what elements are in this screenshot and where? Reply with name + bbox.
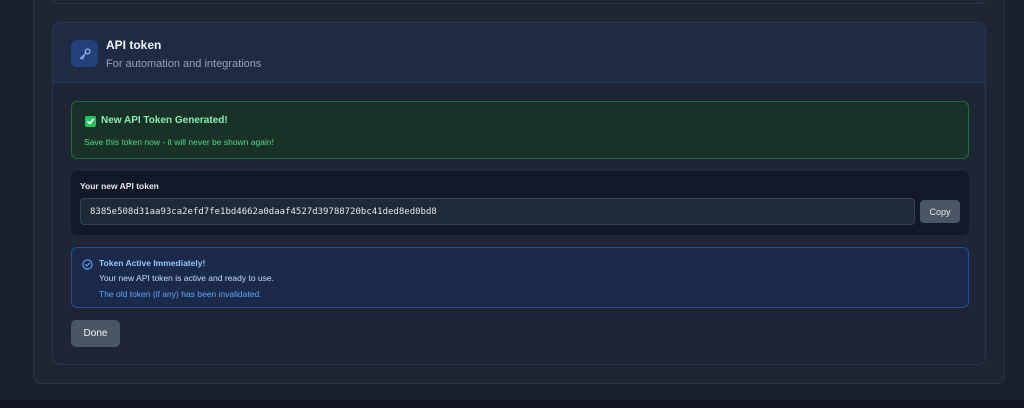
success-alert: New API Token Generated! Save this token… — [71, 101, 969, 159]
info-alert: Token Active Immediately! Your new API t… — [71, 247, 969, 308]
info-message-invalidated: The old token (if any) has been invalida… — [99, 289, 262, 299]
api-token-card: API token For automation and integration… — [52, 22, 986, 365]
info-title: Token Active Immediately! — [99, 258, 206, 268]
card-header: API token For automation and integration… — [53, 23, 985, 83]
success-message: Save this token now - it will never be s… — [84, 137, 274, 147]
token-section: Your new API token Copy — [71, 171, 969, 235]
token-input[interactable] — [80, 198, 915, 225]
key-icon — [71, 40, 98, 67]
check-icon — [85, 116, 96, 127]
copy-button[interactable]: Copy — [920, 200, 960, 223]
success-title: New API Token Generated! — [101, 115, 228, 126]
check-circle-icon — [82, 259, 93, 270]
card-title: API token — [106, 38, 162, 52]
card-subtitle: For automation and integrations — [106, 58, 262, 70]
token-label: Your new API token — [80, 181, 159, 191]
page: API token For automation and integration… — [0, 0, 1024, 408]
done-button[interactable]: Done — [71, 320, 120, 347]
bottom-strip — [0, 400, 1024, 408]
info-message-active: Your new API token is active and ready t… — [99, 273, 274, 283]
previous-section-card — [52, 0, 986, 4]
